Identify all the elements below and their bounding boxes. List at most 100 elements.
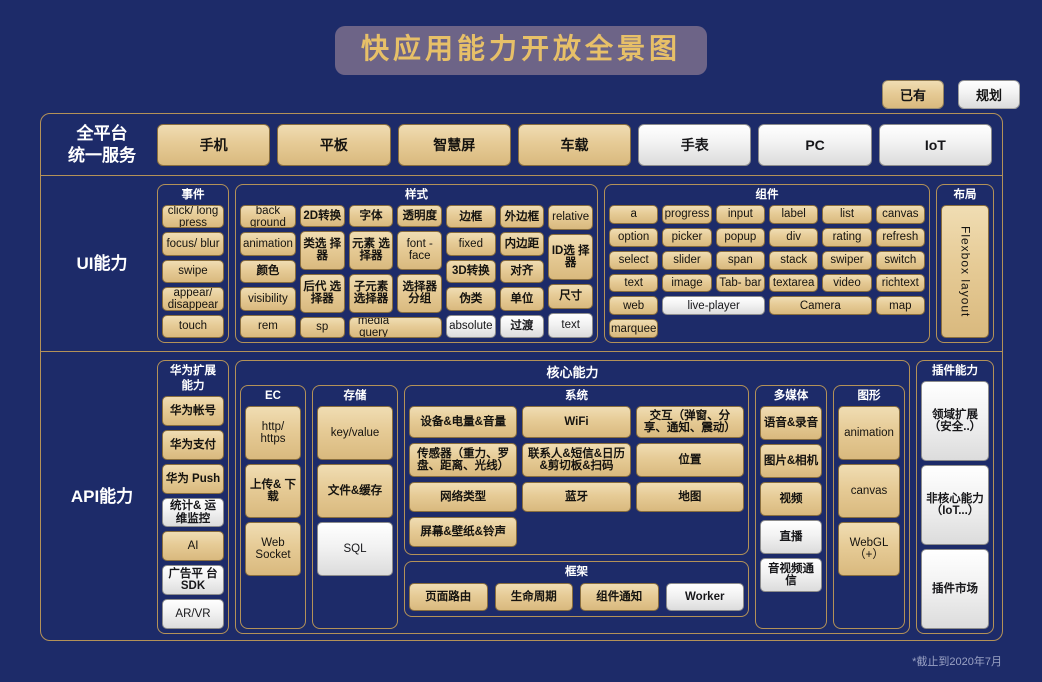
component-textarea[interactable]: textarea <box>768 273 819 293</box>
system-interaction[interactable]: 交互（弹窗、分享、通知、震动） <box>635 406 744 438</box>
plugin-domain-extension[interactable]: 领域扩展 （安全..） <box>921 381 989 461</box>
multimedia-live[interactable]: 直播 <box>760 520 822 554</box>
ec-http-https[interactable]: http/ https <box>245 406 301 460</box>
style-selector-group[interactable]: 选择器 分组 <box>397 273 443 313</box>
component-richtext[interactable]: richtext <box>875 273 925 293</box>
ec-upload-download[interactable]: 上传& 下载 <box>245 464 301 518</box>
multimedia-av-comm[interactable]: 音视频通信 <box>760 558 822 592</box>
component-camera[interactable]: Camera <box>768 296 872 316</box>
style-text[interactable]: text <box>548 313 594 338</box>
style-fixed[interactable]: fixed <box>446 232 496 256</box>
platform-item-iot[interactable]: IoT <box>878 123 992 166</box>
component-popup[interactable]: popup <box>715 227 765 247</box>
event-appear-disappear[interactable]: appear/ disappear <box>162 287 224 311</box>
multimedia-image-camera[interactable]: 图片&相机 <box>760 444 822 478</box>
component-video[interactable]: video <box>822 273 872 293</box>
system-screen-wallpaper-ringtone[interactable]: 屏幕&壁纸&铃声 <box>409 517 518 547</box>
style-2d-transform[interactable]: 2D转换 <box>299 205 345 227</box>
storage-sql[interactable]: SQL <box>317 522 393 576</box>
style-border[interactable]: 边框 <box>446 205 496 229</box>
huawei-ai[interactable]: AI <box>162 531 224 562</box>
platform-item-phone[interactable]: 手机 <box>157 123 271 166</box>
framework-lifecycle[interactable]: 生命周期 <box>494 583 573 611</box>
system-location[interactable]: 位置 <box>635 443 744 477</box>
system-bluetooth[interactable]: 蓝牙 <box>522 482 631 512</box>
component-progress[interactable]: progress <box>662 205 712 224</box>
style-background[interactable]: back ground <box>240 205 296 229</box>
component-map[interactable]: map <box>875 296 925 316</box>
event-swipe[interactable]: swipe <box>162 259 224 284</box>
huawei-pay[interactable]: 华为支付 <box>162 429 224 460</box>
component-rating[interactable]: rating <box>822 227 872 247</box>
style-3d-transform[interactable]: 3D转换 <box>446 259 496 284</box>
huawei-account[interactable]: 华为帐号 <box>162 396 224 426</box>
style-outer-border[interactable]: 外边框 <box>499 205 545 229</box>
style-font[interactable]: 字体 <box>348 205 394 227</box>
style-id-selector[interactable]: ID选 择器 <box>548 234 594 280</box>
component-text[interactable]: text <box>609 273 659 293</box>
event-click-long-press[interactable]: click/ long press <box>162 205 224 229</box>
style-opacity[interactable]: 透明度 <box>397 205 443 227</box>
style-unit[interactable]: 单位 <box>499 287 545 311</box>
component-image[interactable]: image <box>662 273 712 293</box>
framework-page-routing[interactable]: 页面路由 <box>409 583 488 611</box>
ec-websocket[interactable]: Web Socket <box>245 522 301 576</box>
style-child-element-selector[interactable]: 子元素 选择器 <box>348 273 394 313</box>
multimedia-voice-record[interactable]: 语音&录音 <box>760 406 822 440</box>
component-div[interactable]: div <box>768 227 819 247</box>
component-tab-bar[interactable]: Tab- bar <box>715 273 765 293</box>
storage-file-cache[interactable]: 文件&缓存 <box>317 464 393 518</box>
component-stack[interactable]: stack <box>768 250 819 270</box>
style-padding[interactable]: 内边距 <box>499 232 545 256</box>
component-select[interactable]: select <box>609 250 659 270</box>
style-font-face[interactable]: font - face <box>397 230 443 270</box>
component-swiper[interactable]: swiper <box>822 250 872 270</box>
platform-item-car[interactable]: 车载 <box>517 123 632 166</box>
framework-component-notify[interactable]: 组件通知 <box>580 583 659 611</box>
style-relative[interactable]: relative <box>548 205 594 230</box>
platform-item-smart-tv[interactable]: 智慧屏 <box>397 123 511 166</box>
style-class-selector[interactable]: 类选 择器 <box>299 230 345 270</box>
style-absolute[interactable]: absolute <box>446 314 496 339</box>
system-device-battery-volume[interactable]: 设备&电量&音量 <box>409 406 518 438</box>
graphics-animation[interactable]: animation <box>838 406 900 460</box>
style-animation[interactable]: animation <box>240 232 296 256</box>
graphics-canvas[interactable]: canvas <box>838 464 900 518</box>
style-visibility[interactable]: visibility <box>240 287 296 311</box>
huawei-ads-sdk[interactable]: 广告平 台SDK <box>162 565 224 596</box>
event-touch[interactable]: touch <box>162 314 224 339</box>
component-span[interactable]: span <box>715 250 765 270</box>
system-map[interactable]: 地图 <box>635 482 744 512</box>
platform-item-tablet[interactable]: 平板 <box>277 123 391 166</box>
storage-key-value[interactable]: key/value <box>317 406 393 460</box>
component-web[interactable]: web <box>609 296 659 316</box>
huawei-ar-vr[interactable]: AR/VR <box>162 599 224 630</box>
style-descendant-selector[interactable]: 后代 选择器 <box>299 273 345 313</box>
platform-item-watch[interactable]: 手表 <box>638 123 752 166</box>
multimedia-video[interactable]: 视频 <box>760 482 822 516</box>
style-size[interactable]: 尺寸 <box>548 284 594 309</box>
component-live-player[interactable]: live-player <box>662 296 765 316</box>
style-sp[interactable]: sp <box>299 316 345 338</box>
system-contacts[interactable]: 联系人&短信&日历&剪切板&扫码 <box>522 443 631 477</box>
style-color[interactable]: 颜色 <box>240 259 296 284</box>
component-marquee[interactable]: marquee <box>609 319 659 338</box>
style-transition[interactable]: 过渡 <box>499 314 545 339</box>
component-a[interactable]: a <box>609 205 659 224</box>
component-switch[interactable]: switch <box>875 250 925 270</box>
graphics-webgl[interactable]: WebGL （+） <box>838 522 900 576</box>
component-option[interactable]: option <box>609 227 659 247</box>
component-picker[interactable]: picker <box>662 227 712 247</box>
system-sensors[interactable]: 传感器（重力、罗盘、距离、光线） <box>409 443 518 477</box>
style-pseudo-class[interactable]: 伪类 <box>446 287 496 311</box>
plugin-non-core[interactable]: 非核心能力 （IoT...） <box>921 465 989 545</box>
component-label[interactable]: label <box>768 205 819 224</box>
huawei-analytics[interactable]: 统计& 运维监控 <box>162 497 224 528</box>
style-rem[interactable]: rem <box>240 314 296 339</box>
platform-item-pc[interactable]: PC <box>758 123 872 166</box>
style-align[interactable]: 对齐 <box>499 259 545 284</box>
style-media-query-right[interactable] <box>397 316 443 338</box>
event-focus-blur[interactable]: focus/ blur <box>162 232 224 256</box>
component-input[interactable]: input <box>715 205 765 224</box>
style-media-query-left[interactable]: media query <box>348 316 398 338</box>
